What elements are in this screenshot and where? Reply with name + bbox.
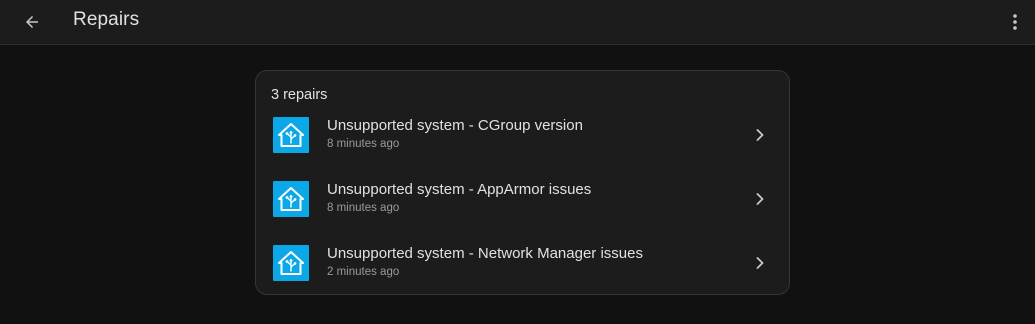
repair-item[interactable]: Unsupported system - AppArmor issues 8 m… (256, 170, 789, 234)
repair-timestamp: 2 minutes ago (327, 266, 400, 278)
repair-list: Unsupported system - CGroup version 8 mi… (256, 106, 789, 298)
overflow-menu-button[interactable] (1000, 6, 1030, 38)
repairs-count-heading: 3 repairs (271, 87, 328, 103)
repair-title: Unsupported system - CGroup version (327, 117, 583, 134)
dots-vertical-icon (1013, 14, 1017, 30)
repair-item[interactable]: Unsupported system - Network Manager iss… (256, 234, 789, 298)
page-title: Repairs (73, 9, 140, 30)
chevron-right-icon (752, 189, 768, 209)
chevron-right-icon (752, 125, 768, 145)
repair-title: Unsupported system - AppArmor issues (327, 181, 592, 198)
home-assistant-logo-icon (273, 181, 309, 217)
top-app-bar: Repairs (0, 0, 1035, 45)
repair-title: Unsupported system - Network Manager iss… (327, 245, 643, 262)
repair-timestamp: 8 minutes ago (327, 202, 400, 214)
repairs-card: 3 repairs Unsupported system - CGroup ve… (255, 70, 790, 295)
home-assistant-logo-icon (273, 245, 309, 281)
repair-item[interactable]: Unsupported system - CGroup version 8 mi… (256, 106, 789, 170)
back-button[interactable] (16, 6, 48, 38)
arrow-left-icon (26, 16, 38, 28)
home-assistant-logo-icon (273, 117, 309, 153)
repair-timestamp: 8 minutes ago (327, 138, 400, 150)
chevron-right-icon (752, 253, 768, 273)
